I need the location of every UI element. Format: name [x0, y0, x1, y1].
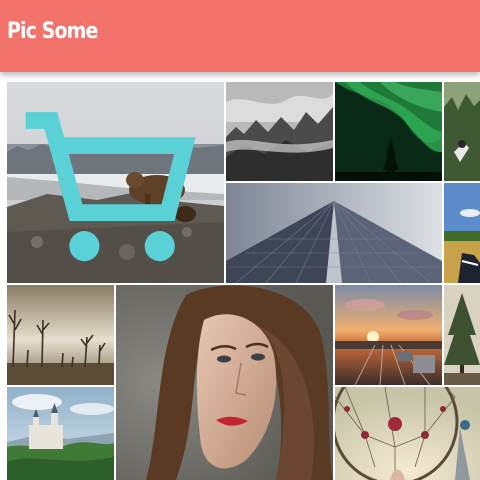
- photo-castle[interactable]: [7, 387, 114, 480]
- photo-woman-portrait[interactable]: [116, 285, 333, 480]
- photo-sunset-railway[interactable]: [335, 285, 442, 385]
- photo-aurora-tree[interactable]: [335, 82, 442, 181]
- photo-skyscraper[interactable]: [226, 183, 442, 283]
- app-title[interactable]: Pic Some: [7, 19, 98, 44]
- photo-gallery: [0, 72, 480, 480]
- app-header: Pic Some: [0, 0, 480, 72]
- cart-icon[interactable]: [7, 87, 218, 283]
- photo-bear[interactable]: [7, 82, 224, 283]
- photo-dreamcatcher[interactable]: [335, 387, 480, 480]
- photo-sneakers-field[interactable]: [444, 183, 480, 283]
- photo-misty-forest[interactable]: [226, 82, 333, 181]
- photo-bare-trees[interactable]: [7, 285, 114, 385]
- photo-person-forest[interactable]: [444, 82, 480, 181]
- photo-pine-tree[interactable]: [444, 285, 480, 385]
